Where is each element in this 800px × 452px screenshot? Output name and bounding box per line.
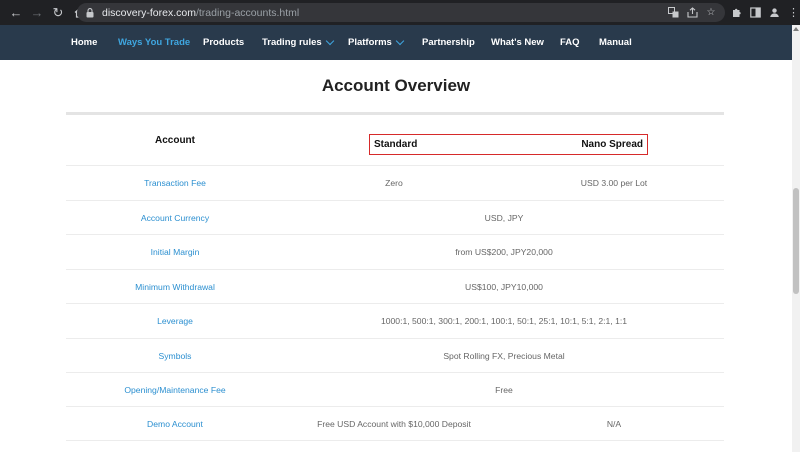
profile-icon[interactable]	[767, 4, 782, 21]
table-row: Initial Margin from US$200, JPY20,000	[66, 235, 724, 270]
chevron-down-icon	[325, 36, 334, 45]
nav-platforms-label: Platforms	[348, 37, 392, 48]
header-account: Account	[155, 134, 195, 146]
row-label[interactable]: Demo Account	[66, 407, 284, 440]
sidebar-icon[interactable]	[748, 4, 763, 21]
page-title: Account Overview	[321, 76, 471, 95]
row-label[interactable]: Transaction Fee	[66, 166, 284, 200]
nav-ways-you-trade[interactable]: Ways You Trade	[118, 25, 190, 60]
row-label[interactable]: Leverage	[66, 304, 284, 338]
cell-both: US$100, JPY10,000	[465, 281, 543, 292]
browser-toolbar: ← → ↻ discovery-forex.com/trading-accoun…	[0, 0, 800, 25]
bookmark-star-icon[interactable]: ☆	[705, 5, 717, 19]
nav-partnership[interactable]: Partnership	[422, 25, 475, 60]
nav-faq[interactable]: FAQ	[560, 25, 580, 60]
scrollbar-thumb[interactable]	[793, 188, 799, 294]
nav-home-label: Home	[71, 37, 98, 48]
page-scrollbar[interactable]	[792, 25, 800, 452]
cell-both: Spot Rolling FX, Precious Metal	[443, 350, 565, 361]
nav-products-label: Products	[203, 37, 245, 48]
table-row: Transaction Fee Zero USD 3.00 per Lot	[66, 166, 724, 201]
highlighted-account-types: Standard Nano Spread	[369, 134, 648, 155]
row-label[interactable]: Minimum Withdrawal	[66, 270, 284, 303]
nav-home[interactable]: Home	[71, 25, 97, 60]
lock-icon[interactable]	[85, 7, 95, 18]
table-row: Leverage 1000:1, 500:1, 300:1, 200:1, 10…	[66, 304, 724, 339]
cell-both: USD, JPY	[484, 212, 524, 223]
nav-trading-rules-label: Trading rules	[262, 37, 322, 48]
cell-nano: N/A	[606, 418, 622, 429]
nav-partnership-label: Partnership	[422, 37, 475, 48]
table-row: Minimum Withdrawal US$100, JPY10,000	[66, 270, 724, 304]
nav-manual[interactable]: Manual	[599, 25, 632, 60]
cell-both: 1000:1, 500:1, 300:1, 200:1, 100:1, 50:1…	[380, 316, 628, 326]
menu-kebab-icon[interactable]: ⋮	[786, 4, 800, 21]
cell-nano: USD 3.00 per Lot	[580, 178, 648, 188]
table-row: Opening/Maintenance Fee Free	[66, 373, 724, 407]
chevron-down-icon	[395, 36, 405, 45]
cell-both: from US$200, JPY20,000	[455, 247, 553, 257]
table-row: Demo Account Free USD Account with $10,0…	[66, 407, 724, 441]
table-header-row: Account Standard Nano Spread	[66, 115, 724, 166]
nav-platforms[interactable]: Platforms	[348, 25, 405, 60]
url-host: discovery-forex.com	[102, 6, 196, 19]
translate-icon[interactable]	[667, 5, 679, 19]
cell-both: Free	[495, 384, 513, 395]
url-path: /trading-accounts.html	[195, 6, 300, 19]
row-label[interactable]: Opening/Maintenance Fee	[66, 373, 284, 406]
reload-icon[interactable]: ↻	[48, 3, 68, 23]
nav-faq-label: FAQ	[560, 37, 580, 48]
scroll-up-arrow-icon[interactable]	[793, 27, 799, 31]
cell-standard: Free USD Account with $10,000 Deposit	[317, 418, 471, 429]
row-label[interactable]: Account Currency	[66, 201, 284, 234]
cell-standard: Zero	[385, 178, 403, 188]
table-row: Account Currency USD, JPY	[66, 201, 724, 235]
nav-whats-new[interactable]: What's New	[491, 25, 544, 60]
header-nano-spread: Nano Spread	[581, 139, 643, 150]
nav-whats-new-label: What's New	[491, 37, 544, 48]
site-navigation: Home Ways You Trade Products Trading rul…	[0, 25, 792, 60]
nav-ways-you-trade-label: Ways You Trade	[118, 37, 191, 48]
back-arrow-icon[interactable]: ←	[6, 3, 26, 23]
address-bar[interactable]: discovery-forex.com/trading-accounts.htm…	[77, 3, 725, 22]
nav-products[interactable]: Products	[203, 25, 244, 60]
nav-manual-label: Manual	[599, 37, 632, 48]
row-label[interactable]: Symbols	[66, 339, 284, 372]
extensions-icon[interactable]	[729, 4, 744, 21]
nav-trading-rules[interactable]: Trading rules	[262, 25, 334, 60]
table-row: Symbols Spot Rolling FX, Precious Metal	[66, 339, 724, 373]
row-label[interactable]: Initial Margin	[66, 235, 284, 269]
header-standard: Standard	[374, 139, 418, 150]
forward-arrow-icon[interactable]: →	[27, 3, 47, 23]
share-icon[interactable]	[686, 5, 698, 19]
